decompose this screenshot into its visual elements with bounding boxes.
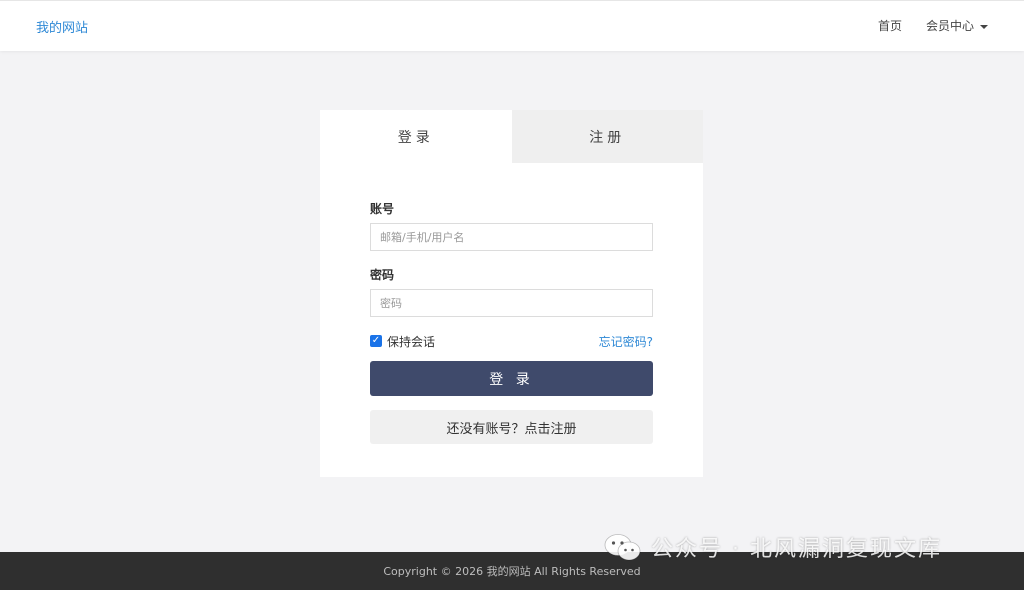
auth-card: 登录 注册 账号 密码 ✓ 保持会话 忘记密码? 登 录 还没有账号？点击注册	[320, 110, 703, 477]
checkbox-checked-icon[interactable]: ✓	[370, 335, 382, 347]
account-label: 账号	[370, 202, 395, 216]
nav-member-center-label: 会员中心	[925, 19, 974, 33]
forgot-password-link[interactable]: 忘记密码?	[599, 333, 653, 350]
site-brand-link[interactable]: 我的网站	[36, 17, 88, 36]
top-navbar: 我的网站 首页 会员中心	[0, 0, 1024, 51]
nav-menu: 首页 会员中心	[854, 17, 988, 34]
remember-session[interactable]: ✓ 保持会话	[370, 333, 435, 350]
wechat-icon	[604, 534, 641, 561]
account-input[interactable]	[370, 223, 653, 251]
nav-member-center-dropdown[interactable]: 会员中心	[926, 17, 988, 34]
nav-home-link[interactable]: 首页	[878, 17, 902, 34]
tab-register[interactable]: 注册	[511, 110, 703, 163]
password-label: 密码	[370, 268, 395, 282]
watermark-text: 公众号 · 北风漏洞复现文库	[651, 537, 942, 562]
caret-down-icon	[980, 24, 988, 29]
remember-label: 保持会话	[387, 334, 436, 349]
nav-home-label: 首页	[877, 19, 902, 33]
options-row: ✓ 保持会话 忘记密码?	[370, 333, 653, 349]
go-register-button[interactable]: 还没有账号？点击注册	[370, 410, 653, 444]
tab-login[interactable]: 登录	[320, 110, 512, 163]
login-form: 账号 密码 ✓ 保持会话 忘记密码? 登 录 还没有账号？点击注册	[370, 200, 653, 444]
password-input[interactable]	[370, 289, 653, 317]
watermark: 公众号 · 北风漏洞复现文库	[603, 531, 942, 563]
auth-tabs: 登录 注册	[320, 110, 703, 163]
copyright-text: Copyright © 2026 我的网站 All Rights Reserve…	[383, 565, 641, 578]
login-button[interactable]: 登 录	[370, 361, 653, 396]
